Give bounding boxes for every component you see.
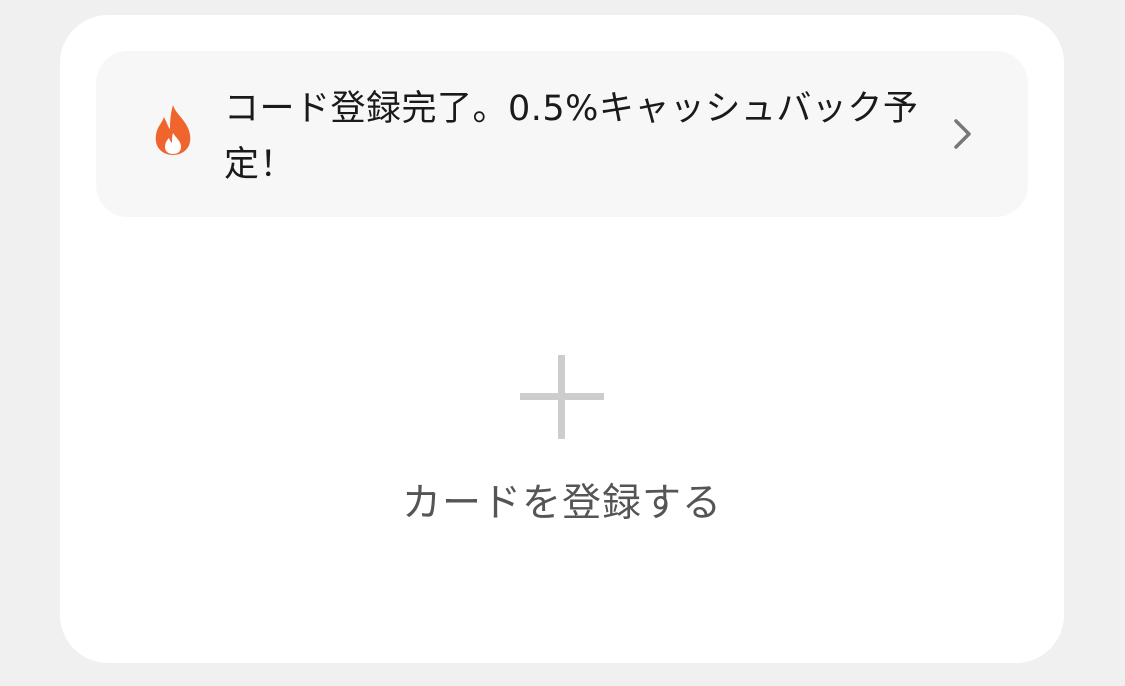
cashback-banner[interactable]: コード登録完了。0.5%キャッシュバック予定！ [96, 51, 1028, 217]
plus-icon [520, 355, 604, 439]
chevron-right-icon[interactable] [952, 117, 974, 151]
fire-icon [152, 103, 194, 157]
cashback-message: コード登録完了。0.5%キャッシュバック予定！ [224, 89, 919, 185]
payment-card-panel: コード登録完了。0.5%キャッシュバック予定！ カードを登録する [60, 15, 1064, 663]
add-card-button[interactable]: カードを登録する [60, 335, 1064, 555]
add-card-label: カードを登録する [401, 481, 722, 526]
